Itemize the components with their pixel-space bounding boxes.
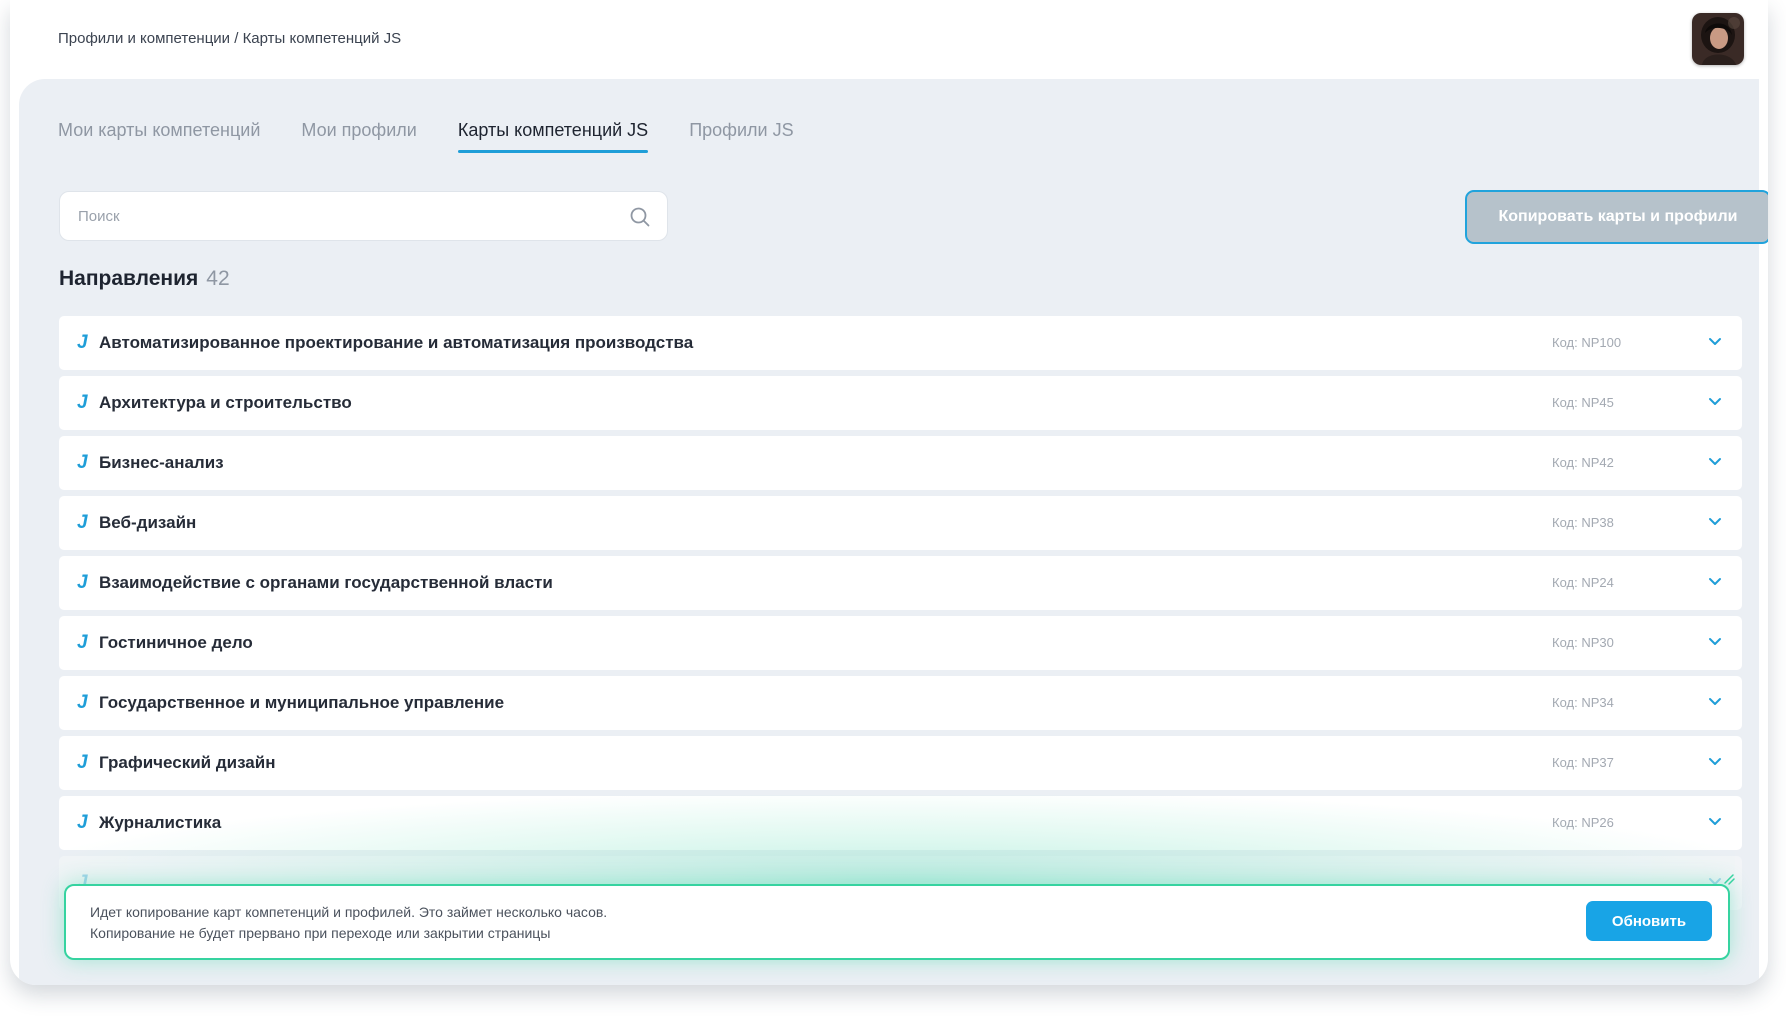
direction-name: Веб-дизайн bbox=[99, 513, 197, 532]
js-marker-icon: J bbox=[77, 452, 88, 473]
direction-code: Код: NP26 bbox=[1552, 815, 1614, 830]
direction-row[interactable]: J Автоматизированное проектирование и ав… bbox=[59, 316, 1742, 370]
direction-row[interactable]: J Журналистика Код: NP26 bbox=[59, 796, 1742, 850]
breadcrumb: Профили и компетенции / Карты компетенци… bbox=[58, 30, 402, 47]
notification-line-1: Идет копирование карт компетенций и проф… bbox=[90, 904, 608, 920]
direction-code: Код: NP100 bbox=[1552, 335, 1622, 350]
direction-name: Государственное и муниципальное управлен… bbox=[99, 693, 505, 712]
direction-row[interactable]: J Архитектура и строительство Код: NP45 bbox=[59, 376, 1742, 430]
refresh-button[interactable]: Обновить bbox=[1586, 901, 1712, 941]
direction-name: Архитектура и строительство bbox=[99, 393, 352, 412]
chevron-down-icon[interactable] bbox=[1708, 397, 1722, 407]
js-marker-icon: J bbox=[77, 692, 88, 713]
direction-code: Код: NP42 bbox=[1552, 455, 1614, 470]
js-marker-icon: J bbox=[77, 392, 88, 413]
search-input[interactable] bbox=[78, 204, 618, 228]
direction-name: Журналистика bbox=[99, 813, 222, 832]
chevron-down-icon[interactable] bbox=[1708, 637, 1722, 647]
direction-name: Бизнес-анализ bbox=[99, 453, 224, 472]
section-title: Направления bbox=[59, 267, 199, 290]
search-icon[interactable] bbox=[629, 206, 651, 228]
direction-name: Взаимодействие с органами государственно… bbox=[99, 573, 553, 592]
js-marker-icon: J bbox=[77, 752, 88, 773]
chevron-down-icon[interactable] bbox=[1708, 577, 1722, 587]
chevron-down-icon[interactable] bbox=[1708, 757, 1722, 767]
main-content: Мои карты компетенций Мои профили Карты … bbox=[19, 79, 1768, 985]
tab-profiles-js[interactable]: Профили JS bbox=[689, 119, 793, 149]
direction-row[interactable]: J Гостиничное дело Код: NP30 bbox=[59, 616, 1742, 670]
direction-code: Код: NP38 bbox=[1552, 515, 1614, 530]
direction-row[interactable]: J Графический дизайн Код: NP37 bbox=[59, 736, 1742, 790]
avatar[interactable] bbox=[1692, 13, 1744, 65]
copy-progress-notification: Идет копирование карт компетенций и проф… bbox=[64, 874, 1735, 960]
chevron-down-icon[interactable] bbox=[1708, 457, 1722, 467]
notification-message: Идет копирование карт компетенций и проф… bbox=[90, 902, 607, 944]
chevron-down-icon[interactable] bbox=[1708, 517, 1722, 527]
direction-code: Код: NP34 bbox=[1552, 695, 1614, 710]
js-marker-icon: J bbox=[77, 812, 88, 833]
directions-list: J Автоматизированное проектирование и ав… bbox=[59, 316, 1742, 916]
tab-bar: Мои карты компетенций Мои профили Карты … bbox=[58, 119, 835, 159]
direction-code: Код: NP30 bbox=[1552, 635, 1614, 650]
direction-code: Код: NP24 bbox=[1552, 575, 1614, 590]
js-marker-icon: J bbox=[77, 512, 88, 533]
js-marker-icon: J bbox=[77, 632, 88, 653]
tab-competency-maps-js[interactable]: Карты компетенций JS bbox=[457, 119, 649, 153]
direction-name: Гостиничное дело bbox=[99, 633, 253, 652]
direction-row[interactable]: J Взаимодействие с органами государствен… bbox=[59, 556, 1742, 610]
direction-name: Графический дизайн bbox=[99, 753, 276, 772]
direction-row[interactable]: J Веб-дизайн Код: NP38 bbox=[59, 496, 1742, 550]
direction-code: Код: NP37 bbox=[1552, 755, 1614, 770]
direction-name: Автоматизированное проектирование и авто… bbox=[99, 333, 694, 352]
top-bar: Профили и компетенции / Карты компетенци… bbox=[10, 0, 1768, 80]
section-heading: Направления 42 bbox=[59, 267, 230, 291]
js-marker-icon: J bbox=[77, 572, 88, 593]
app-window: Профили и компетенции / Карты компетенци… bbox=[10, 0, 1768, 985]
spinner-icon bbox=[1724, 874, 1735, 885]
copy-maps-and-profiles-button[interactable]: Копировать карты и профили bbox=[1465, 190, 1768, 244]
direction-code: Код: NP45 bbox=[1552, 395, 1614, 410]
direction-row[interactable]: J Государственное и муниципальное управл… bbox=[59, 676, 1742, 730]
notification-line-2: Копирование не будет прервано при перехо… bbox=[90, 925, 551, 941]
chevron-down-icon[interactable] bbox=[1708, 817, 1722, 827]
tab-my-competency-maps[interactable]: Мои карты компетенций bbox=[58, 119, 260, 149]
search-box bbox=[59, 191, 668, 241]
direction-row[interactable]: J Бизнес-анализ Код: NP42 bbox=[59, 436, 1742, 490]
js-marker-icon: J bbox=[77, 332, 88, 353]
chevron-down-icon[interactable] bbox=[1708, 337, 1722, 347]
section-count: 42 bbox=[206, 267, 230, 290]
chevron-down-icon[interactable] bbox=[1708, 697, 1722, 707]
tab-my-profiles[interactable]: Мои профили bbox=[301, 119, 416, 149]
